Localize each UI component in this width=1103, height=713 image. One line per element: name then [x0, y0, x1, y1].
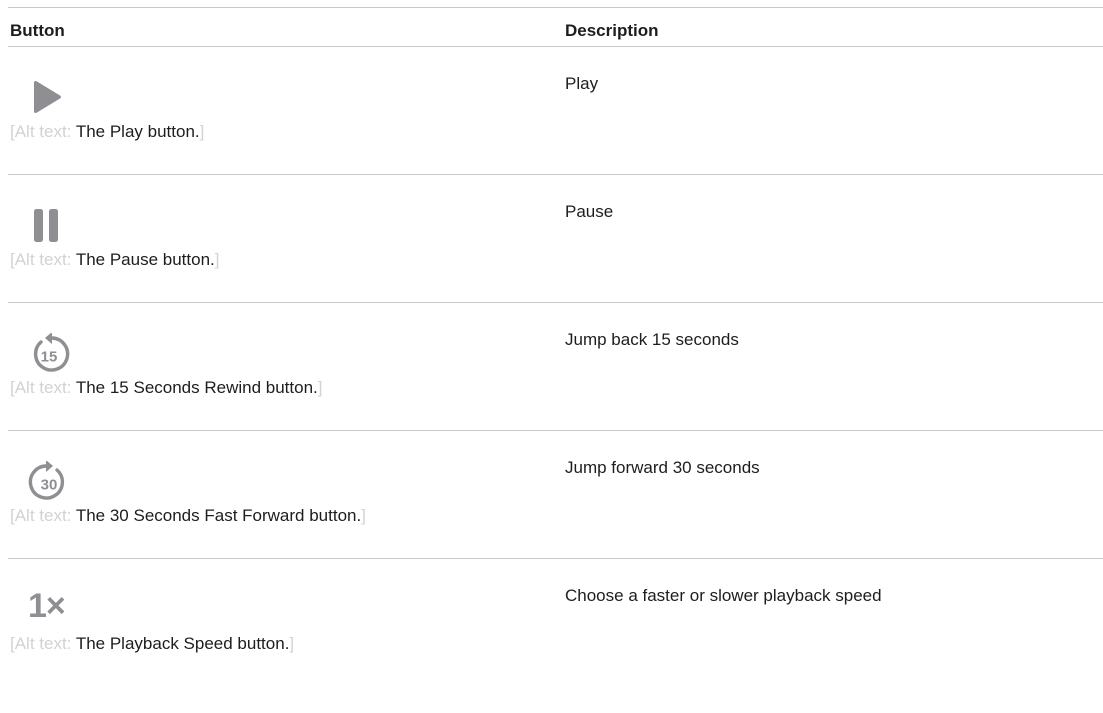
forward-30-label: 30	[41, 477, 58, 494]
alt-description: The Playback Speed button.	[75, 634, 290, 653]
row-description: Jump forward 30 seconds	[565, 458, 760, 477]
alt-text: [Alt text: The 30 Seconds Fast Forward b…	[10, 505, 366, 527]
playback-speed-icon: 1×	[28, 589, 88, 629]
header-description: Description	[565, 21, 659, 40]
alt-text: [Alt text: The Pause button.]	[10, 249, 220, 271]
alt-suffix: ]	[317, 378, 323, 397]
alt-description: The Pause button.	[75, 250, 215, 269]
alt-suffix: ]	[199, 122, 205, 141]
row-description: Pause	[565, 202, 614, 221]
alt-text: [Alt text: The 15 Seconds Rewind button.…	[10, 377, 323, 399]
alt-prefix: [Alt text:	[10, 122, 76, 141]
row-description: Play	[565, 74, 599, 93]
row-description: Jump back 15 seconds	[565, 330, 739, 349]
alt-prefix: [Alt text:	[10, 378, 76, 397]
table-row: [Alt text: The Pause button.] Pause	[8, 175, 1103, 303]
alt-suffix: ]	[289, 634, 295, 653]
play-icon	[28, 77, 88, 117]
alt-prefix: [Alt text:	[10, 506, 76, 525]
alt-text: [Alt text: The Playback Speed button.]	[10, 633, 294, 655]
alt-description: The 15 Seconds Rewind button.	[75, 378, 318, 397]
table-row: 1× [Alt text: The Playback Speed button.…	[8, 559, 1103, 687]
rewind-15-label: 15	[41, 349, 58, 366]
table-row: [Alt text: The Play button.] Play	[8, 47, 1103, 175]
alt-suffix: ]	[361, 506, 366, 525]
alt-description: The 30 Seconds Fast Forward button.	[75, 506, 362, 525]
forward-30-icon: 30	[28, 460, 88, 501]
alt-text: [Alt text: The Play button.]	[10, 121, 204, 143]
controls-table: Button Description [Alt text: The Play b…	[8, 7, 1103, 687]
alt-suffix: ]	[214, 250, 220, 269]
rewind-15-icon: 15	[28, 332, 88, 373]
header-button: Button	[10, 21, 65, 40]
table-row: 30 [Alt text: The 30 Seconds Fast Forwar…	[8, 431, 1103, 559]
table-header-row: Button Description	[8, 7, 1103, 47]
alt-prefix: [Alt text:	[10, 634, 76, 653]
alt-prefix: [Alt text:	[10, 250, 76, 269]
alt-description: The Play button.	[75, 122, 200, 141]
row-description: Choose a faster or slower playback speed	[565, 586, 882, 605]
pause-icon	[28, 205, 88, 245]
playback-speed-label: 1×	[28, 587, 66, 625]
table-row: 15 [Alt text: The 15 Seconds Rewind butt…	[8, 303, 1103, 431]
